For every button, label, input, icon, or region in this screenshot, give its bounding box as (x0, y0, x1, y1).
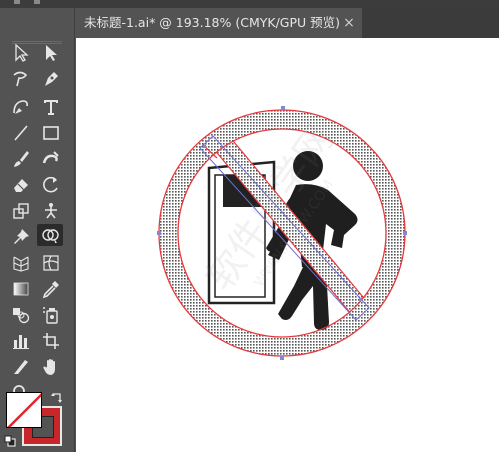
none-fill-slash-icon (7, 393, 41, 427)
puppet-warp-tool-icon[interactable] (38, 200, 64, 222)
rectangle-tool-icon[interactable] (38, 122, 64, 144)
pin-tool-icon[interactable] (8, 226, 34, 248)
perspective-grid-tool-icon[interactable] (8, 252, 34, 274)
hand-tool-icon[interactable] (38, 356, 64, 378)
selection-tool-icon[interactable] (8, 42, 34, 64)
rotate-tool-icon[interactable] (38, 174, 64, 196)
paintbrush-tool-icon[interactable] (8, 148, 34, 170)
scale-tool-icon[interactable] (8, 200, 34, 222)
column-graph-tool-icon[interactable] (8, 330, 34, 352)
curvature-tool-icon[interactable] (8, 96, 34, 118)
magic-wand-tool-icon[interactable] (8, 68, 34, 90)
artboard-tool-icon[interactable] (38, 330, 64, 352)
document-tab-bar: 未标题-1.ai* @ 193.18% (CMYK/GPU 预览) × (76, 8, 499, 38)
document-tab-title: 未标题-1.ai* @ 193.18% (CMYK/GPU 预览) (84, 15, 341, 30)
line-segment-tool-icon[interactable] (8, 122, 34, 144)
default-fill-stroke-icon[interactable] (4, 432, 16, 447)
tools-panel (0, 8, 75, 452)
gradient-tool-icon[interactable] (8, 278, 34, 300)
no-entry-sign-artwork[interactable]: 软件自学网 WWW.RJZXW.COM (76, 38, 499, 452)
menu-stub (14, 0, 20, 4)
fill-stroke-controls (4, 392, 70, 452)
eraser-tool-icon[interactable] (8, 174, 34, 196)
close-tab-icon[interactable]: × (340, 8, 358, 38)
shape-builder-tool-icon[interactable] (37, 224, 63, 246)
blend-tool-icon[interactable] (8, 304, 34, 326)
slice-tool-icon[interactable] (8, 356, 34, 378)
pen-tool-icon[interactable] (38, 68, 64, 90)
document-tab[interactable]: 未标题-1.ai* @ 193.18% (CMYK/GPU 预览) × (76, 8, 362, 38)
direct-selection-tool-icon[interactable] (38, 42, 64, 64)
top-menu-strip (0, 0, 499, 8)
blob-brush-tool-icon[interactable] (38, 148, 64, 170)
symbol-sprayer-tool-icon[interactable] (38, 304, 64, 326)
eyedropper-tool-icon[interactable] (38, 278, 64, 300)
illustrator-window: 未标题-1.ai* @ 193.18% (CMYK/GPU 预览) × 软件自学… (0, 0, 499, 452)
swap-fill-stroke-icon[interactable] (50, 390, 64, 404)
artboard-canvas[interactable]: 软件自学网 WWW.RJZXW.COM (76, 38, 499, 452)
fill-color-swatch[interactable] (6, 392, 42, 428)
mesh-tool-icon[interactable] (38, 252, 64, 274)
menu-stub (34, 0, 40, 4)
type-tool-icon[interactable] (38, 96, 64, 118)
